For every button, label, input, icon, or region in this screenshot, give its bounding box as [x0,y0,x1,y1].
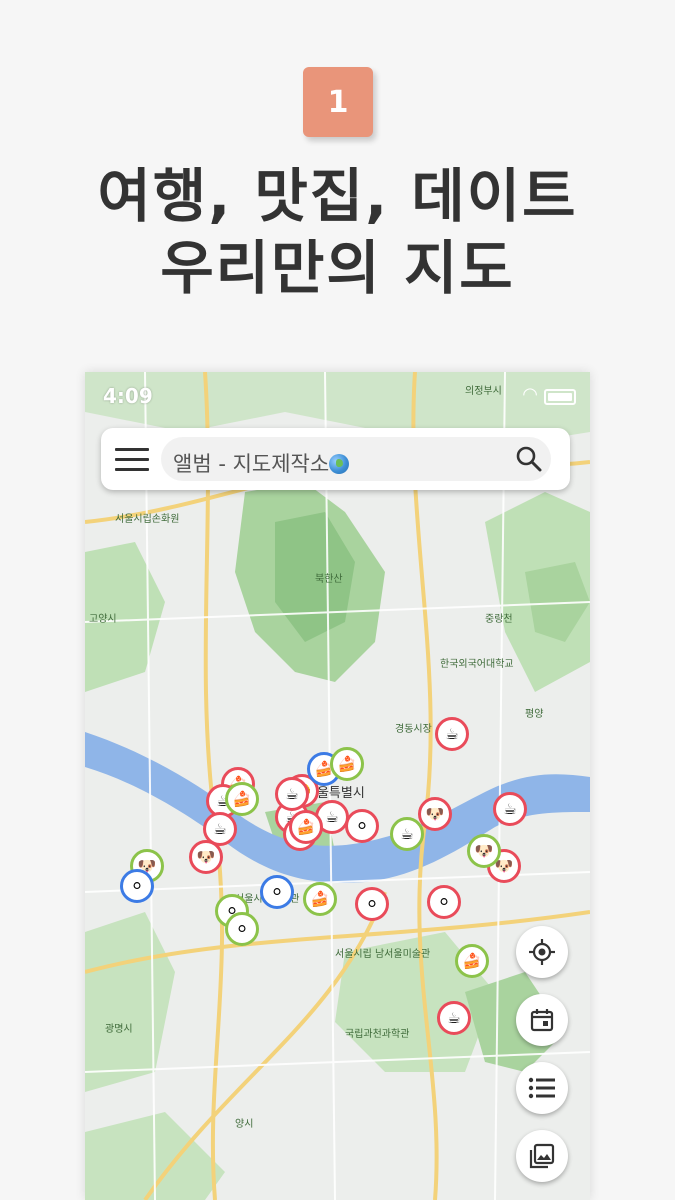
gallery-button[interactable] [516,1130,568,1182]
calendar-button[interactable] [516,994,568,1046]
map-label: 고양시 [89,613,117,625]
map-marker-coffee[interactable]: ☕ [435,717,469,751]
map-label: 양시 [235,1118,253,1130]
gallery-icon [529,1143,555,1169]
map-marker-cake[interactable]: 🍰 [455,944,489,978]
map-marker-cake[interactable]: 🍰 [225,782,259,816]
map-marker-cake[interactable]: 🍰 [330,747,364,781]
map-label: 평양 [525,708,543,720]
map-label: 북한산 [315,573,343,585]
battery-icon [544,389,576,405]
map-label: 광명시 [105,1023,133,1035]
map-label: 서울시립 남서울미술관 [335,947,430,960]
map-marker-coffee[interactable]: ☕ [437,1001,471,1035]
list-button[interactable] [516,1062,568,1114]
list-icon [528,1077,555,1099]
map-marker-ball[interactable]: ⚪ [355,887,389,921]
map-marker-ball[interactable]: ⚪ [260,875,294,909]
map-label: 한국외국어대학교 [440,658,514,670]
menu-icon[interactable] [115,448,149,472]
map-marker-cake[interactable]: 🍰 [303,882,337,916]
globe-icon [329,454,350,474]
map-marker-dog[interactable]: 🐶 [418,797,452,831]
map-marker-ball[interactable]: ⚪ [345,809,379,843]
map-label: 경동시장 [395,722,432,735]
wifi-icon: ◠ [522,384,538,405]
map-label: 중랑천 [485,613,513,625]
map-canvas[interactable]: 의정부시 서울시립손화원 서울특별시 광명시 양시 한국외국어대학교 중랑천 북… [85,372,590,1200]
map-label: 의정부시 [465,385,502,397]
status-time: 4:09 [103,384,153,408]
map-marker-coffee[interactable]: ☕ [390,817,424,851]
map-marker-dog[interactable]: 🐶 [467,834,501,868]
map-marker-coffee[interactable]: ☕ [275,777,309,811]
map-marker-cake[interactable]: 🍰 [289,810,323,844]
map-marker-dog[interactable]: 🐶 [189,840,223,874]
search-icon[interactable] [515,445,543,473]
map-marker-ball[interactable]: ⚪ [427,885,461,919]
search-input[interactable]: 앨범 - 지도제작소 [161,437,551,481]
map-marker-coffee[interactable]: ☕ [493,792,527,826]
map-label: 서울시립손화원 [115,512,179,525]
map-marker-ball[interactable]: ⚪ [120,869,154,903]
headline: 여행, 맛집, 데이트 우리만의 지도 [0,160,675,304]
headline-line-1: 여행, 맛집, 데이트 [97,162,578,230]
map-marker-ball[interactable]: ⚪ [225,912,259,946]
calendar-icon [530,1009,554,1032]
locate-icon [529,939,555,965]
step-badge: 1 [303,67,373,137]
locate-button[interactable] [516,926,568,978]
headline-line-2: 우리만의 지도 [160,234,515,302]
search-text: 앨범 - 지도제작소 [173,448,350,478]
phone-screenshot: 의정부시 서울시립손화원 서울특별시 광명시 양시 한국외국어대학교 중랑천 북… [85,372,590,1200]
search-bar: 앨범 - 지도제작소 [101,428,570,490]
map-label: 국립과천과학관 [345,1027,409,1040]
